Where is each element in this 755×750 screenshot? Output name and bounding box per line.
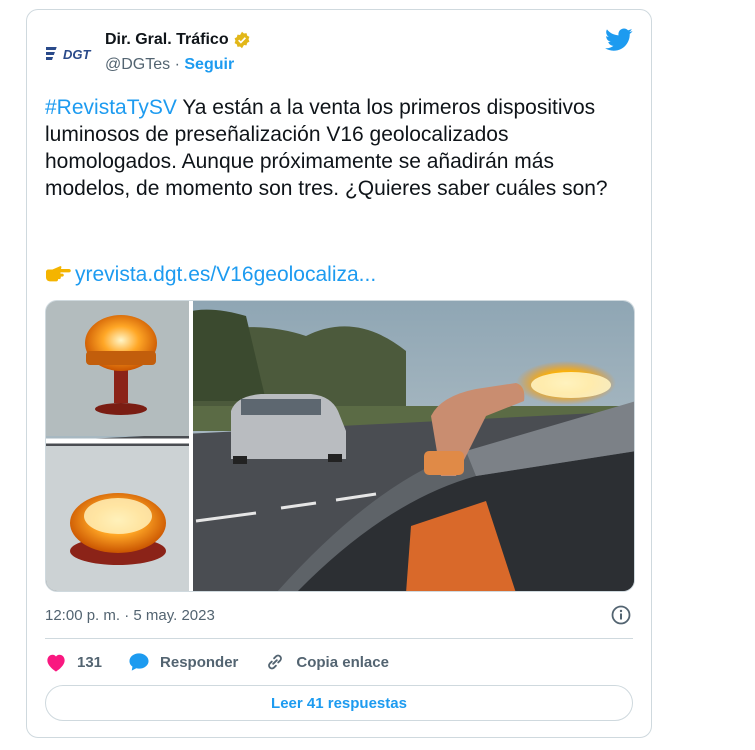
- hashtag-link[interactable]: #RevistaTySV: [45, 96, 177, 119]
- tweet-photo[interactable]: [45, 300, 635, 592]
- author-handle[interactable]: @DGTes: [105, 56, 170, 73]
- heart-icon: [47, 654, 65, 672]
- tweet-text: #RevistaTySV Ya están a la venta los pri…: [45, 94, 640, 202]
- copy-link-button[interactable]: Copia enlace: [264, 651, 389, 673]
- like-button[interactable]: 131: [45, 652, 102, 672]
- pointing-finger-icon: [46, 266, 71, 282]
- tweet-link-line: yrevista.dgt.es/V16geolocaliza...: [45, 261, 376, 288]
- like-count: 131: [77, 653, 103, 671]
- read-replies-button[interactable]: Leer 41 respuestas: [45, 685, 633, 721]
- avatar[interactable]: DGT: [45, 30, 103, 76]
- tweet-url[interactable]: yrevista.dgt.es/V16geolocaliza...: [75, 263, 376, 286]
- tweet-timestamp[interactable]: 12:00 p. m. · 5 may. 2023: [45, 607, 215, 624]
- v16-beacon-photo: [46, 301, 634, 591]
- tweet-card: DGT Dir. Gral. Tráfico @DGTes · Seguir #…: [26, 9, 652, 738]
- follow-button[interactable]: Seguir: [184, 56, 234, 73]
- copy-link-label: Copia enlace: [296, 653, 389, 671]
- action-bar: 131 Responder Copia enlace: [45, 651, 415, 673]
- link-icon: [268, 654, 283, 670]
- verified-badge-icon: [234, 31, 250, 49]
- divider: [45, 638, 633, 639]
- read-replies-label: Leer 41 respuestas: [271, 694, 407, 712]
- handle-row: @DGTes · Seguir: [105, 56, 234, 74]
- handle-separator: ·: [174, 56, 180, 73]
- reply-bubble-icon: [129, 653, 149, 671]
- author-row: Dir. Gral. Tráfico: [105, 31, 251, 49]
- info-icon[interactable]: [611, 605, 631, 625]
- dgt-logo-icon: DGT: [46, 47, 92, 62]
- reply-label: Responder: [160, 653, 239, 671]
- logo-text: DGT: [63, 47, 92, 62]
- author-name[interactable]: Dir. Gral. Tráfico: [105, 31, 229, 49]
- reply-button[interactable]: Responder: [128, 652, 238, 672]
- twitter-bird-icon[interactable]: [605, 28, 633, 52]
